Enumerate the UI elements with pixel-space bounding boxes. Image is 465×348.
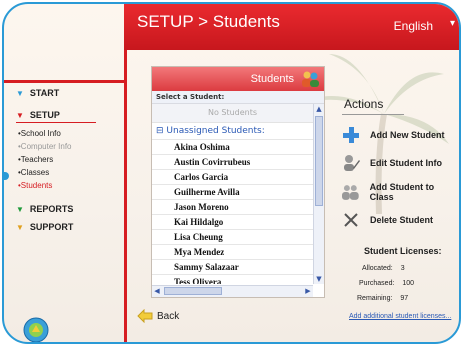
edge-tab-handle[interactable] <box>4 172 9 180</box>
list-item[interactable]: Kai Hildalgo <box>152 214 313 229</box>
app-logo-icon[interactable] <box>23 317 49 343</box>
page-header: SETUP > Students English ▾ <box>124 4 459 50</box>
students-panel: Students Select a Student: No Students ⊟… <box>151 66 325 298</box>
students-panel-title: Students <box>250 73 294 85</box>
purchased-value: 100 <box>402 280 415 287</box>
sidebar-subitem-school-info[interactable]: •School Info <box>18 127 124 140</box>
allocated-label: Allocated: <box>362 265 393 272</box>
sidebar-subitem-teachers[interactable]: •Teachers <box>18 153 124 166</box>
list-item[interactable]: Akina Oshima <box>152 139 313 154</box>
triangle-down-icon: ▼ <box>16 204 24 214</box>
edit-student-info-label: Edit Student Info <box>370 158 442 168</box>
scroll-thumb[interactable] <box>164 287 222 295</box>
delete-student-button[interactable]: Delete Student <box>342 210 433 230</box>
add-student-to-class-button[interactable]: Add Student to Class <box>342 182 459 202</box>
student-list: No Students ⊟ Unassigned Students: Akina… <box>152 104 313 284</box>
remaining-label: Remaining: <box>357 295 393 302</box>
back-button[interactable]: Back <box>137 309 179 323</box>
back-arrow-icon <box>137 309 153 323</box>
sidebar-item-label: REPORTS <box>29 204 74 214</box>
people-icon <box>302 71 319 87</box>
add-student-to-class-label: Add Student to Class <box>369 182 435 202</box>
add-new-student-button[interactable]: Add New Student <box>342 125 445 145</box>
triangle-down-icon: ▼ <box>16 88 24 98</box>
scroll-up-icon[interactable]: ▲ <box>314 104 324 114</box>
sidebar-subitem-students[interactable]: •Students <box>18 179 124 192</box>
student-licenses-heading: Student Licenses: <box>364 246 442 256</box>
purchased-label: Purchased: <box>359 280 395 287</box>
list-item[interactable]: Austin Covirrubeus <box>152 154 313 169</box>
edit-student-info-button[interactable]: Edit Student Info <box>342 153 442 173</box>
sidebar-item-label: START <box>29 88 60 98</box>
sidebar-subitem-computer-info[interactable]: •Computer Info <box>18 140 124 153</box>
divider-vertical <box>124 50 127 342</box>
close-icon <box>344 213 358 227</box>
licenses-allocated-row: Allocated: 3 <box>362 265 405 272</box>
list-item[interactable]: Guilherme Avilla <box>152 184 313 199</box>
list-item[interactable]: Mya Mendez <box>152 244 313 259</box>
list-item[interactable]: Sammy Salazaar <box>152 259 313 274</box>
list-item[interactable]: Tess Olivera <box>152 274 313 284</box>
add-new-student-label: Add New Student <box>370 130 445 140</box>
list-item[interactable]: Lisa Cheung <box>152 229 313 244</box>
page-title: SETUP > Students <box>137 12 280 31</box>
horizontal-scrollbar[interactable]: ◀ ▶ <box>152 285 313 297</box>
licenses-remaining-row: Remaining: 97 <box>357 295 408 302</box>
scroll-right-icon[interactable]: ▶ <box>303 286 313 297</box>
scroll-thumb[interactable] <box>315 116 323 206</box>
plus-icon <box>343 127 359 143</box>
group-icon <box>342 185 359 200</box>
sidebar-nav: ▼ START ▼ SETUP •School Info •Computer I… <box>16 88 124 234</box>
no-students-row: No Students <box>152 104 313 122</box>
remaining-value: 97 <box>400 295 409 302</box>
vertical-scrollbar[interactable]: ▲ ▼ <box>313 104 324 284</box>
divider <box>342 114 404 115</box>
divider-horizontal <box>4 80 127 83</box>
licenses-purchased-row: Purchased: 100 <box>359 280 414 287</box>
sidebar-item-setup[interactable]: ▼ SETUP <box>16 110 124 120</box>
language-selector[interactable]: English <box>394 19 433 33</box>
sidebar-item-start[interactable]: ▼ START <box>16 88 124 98</box>
divider <box>16 122 96 123</box>
actions-heading: Actions <box>344 97 384 111</box>
triangle-down-icon: ▼ <box>16 222 24 232</box>
triangle-down-icon: ▼ <box>16 110 24 120</box>
scroll-left-icon[interactable]: ◀ <box>152 286 162 297</box>
students-panel-header: Students <box>152 67 324 91</box>
sidebar-item-label: SETUP <box>29 110 60 120</box>
chevron-down-icon[interactable]: ▾ <box>450 18 455 29</box>
back-label: Back <box>157 310 180 322</box>
scroll-down-icon[interactable]: ▼ <box>314 274 324 284</box>
app-frame: SETUP > Students English ▾ ▼ START ▼ SET… <box>2 2 461 344</box>
list-item[interactable]: Carlos Garcia <box>152 169 313 184</box>
sidebar-item-reports[interactable]: ▼ REPORTS <box>16 204 124 214</box>
delete-student-label: Delete Student <box>370 215 434 225</box>
allocated-value: 3 <box>400 265 405 272</box>
group-header-unassigned[interactable]: ⊟ Unassigned Students: <box>152 122 313 139</box>
list-item[interactable]: Jason Moreno <box>152 199 313 214</box>
add-licenses-link[interactable]: Add additional student licenses... <box>349 313 451 320</box>
sidebar-subitem-classes[interactable]: •Classes <box>18 166 124 179</box>
sidebar-item-label: SUPPORT <box>29 222 74 232</box>
edit-user-icon <box>344 155 360 171</box>
sidebar-item-support[interactable]: ▼ SUPPORT <box>16 222 124 232</box>
select-student-label: Select a Student: <box>152 91 324 104</box>
